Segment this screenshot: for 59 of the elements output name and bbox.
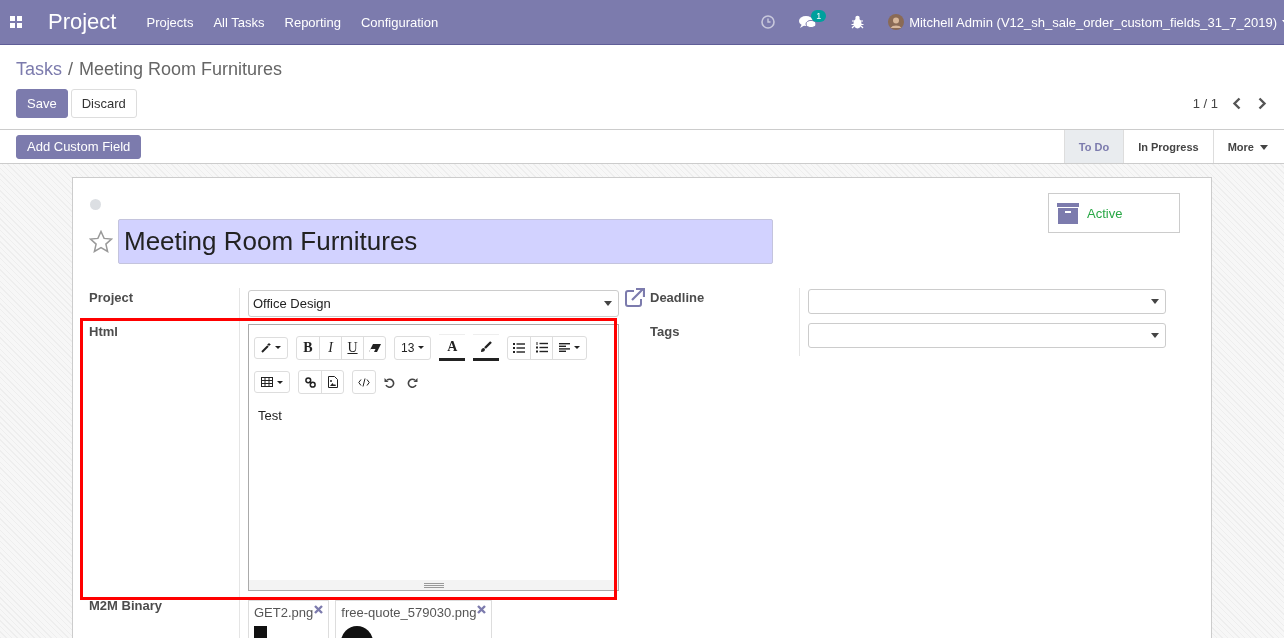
archive-box-icon — [1057, 202, 1079, 224]
external-link-icon[interactable] — [625, 288, 645, 307]
font-size-dropdown[interactable]: 13 — [395, 336, 431, 359]
text-color-button[interactable]: A — [439, 334, 466, 361]
previous-icon[interactable] — [1232, 97, 1241, 110]
breadcrumb-current: Meeting Room Furnitures — [79, 59, 283, 80]
star-icon[interactable] — [89, 230, 113, 253]
undo-icon[interactable] — [384, 376, 395, 388]
close-icon[interactable] — [477, 605, 487, 614]
resize-handle-icon[interactable] — [423, 582, 444, 588]
field-label: Tags — [650, 322, 800, 356]
save-button[interactable]: Save — [16, 89, 68, 118]
editor-text: Test — [258, 408, 282, 423]
attachment-name[interactable]: free-quote_579030.png — [341, 605, 477, 620]
html-editor[interactable]: B I U 13 A Test — [248, 324, 619, 591]
message-count-badge: 1 — [811, 9, 827, 22]
bold-button[interactable]: B — [297, 336, 319, 359]
caret-icon — [1260, 145, 1268, 151]
style-dropdown[interactable] — [254, 336, 288, 359]
app-name: Project — [48, 9, 117, 35]
caret-icon — [1151, 333, 1159, 338]
table-icon — [261, 377, 273, 387]
dropdown-field[interactable] — [808, 323, 1166, 348]
table-dropdown[interactable] — [254, 371, 290, 393]
field-label: Project — [89, 289, 135, 307]
code-icon — [358, 377, 370, 387]
status-dot-icon[interactable] — [90, 199, 101, 210]
close-icon[interactable] — [314, 605, 324, 614]
dropdown-field[interactable] — [808, 289, 1166, 314]
brush-icon — [480, 340, 493, 353]
menu-item[interactable]: Reporting — [284, 14, 341, 30]
highlight-color-button[interactable] — [473, 334, 500, 361]
add-custom-field-button[interactable]: Add Custom Field — [16, 134, 142, 159]
menu-item[interactable]: Configuration — [360, 14, 439, 30]
stage-button[interactable]: To Do — [1063, 130, 1124, 163]
breadcrumb-link[interactable]: Tasks — [16, 59, 62, 80]
user-menu[interactable]: Mitchell Admin (V12_sh_sale_order_custom_fields_31_7_2019) — [909, 14, 1277, 30]
menu-item[interactable]: Projects — [146, 14, 194, 30]
task-title-field[interactable]: Meeting Room Furnitures — [118, 219, 773, 264]
caret-icon — [1151, 299, 1159, 304]
field-label: M2M Binary — [89, 597, 163, 615]
avatar-icon — [888, 14, 905, 30]
breadcrumb-separator: / — [68, 59, 74, 80]
next-icon[interactable] — [1258, 97, 1267, 110]
menu-item[interactable]: All Tasks — [213, 14, 265, 30]
pager-value: 1 / 1 — [1192, 96, 1218, 111]
italic-button[interactable]: I — [319, 336, 341, 359]
field-label: Deadline — [650, 288, 800, 322]
magic-wand-icon — [261, 342, 271, 353]
redo-icon[interactable] — [407, 376, 418, 388]
underline-button[interactable]: U — [341, 336, 363, 359]
apps-menu-icon[interactable] — [10, 16, 22, 28]
align-left-icon — [559, 343, 571, 352]
discard-button[interactable]: Discard — [70, 89, 137, 118]
field-label: Html — [89, 323, 119, 341]
project-select[interactable]: Office Design — [248, 290, 619, 317]
bug-icon[interactable] — [851, 15, 865, 29]
caret-icon — [604, 301, 612, 306]
attachment-name[interactable]: GET2.png — [254, 605, 314, 620]
